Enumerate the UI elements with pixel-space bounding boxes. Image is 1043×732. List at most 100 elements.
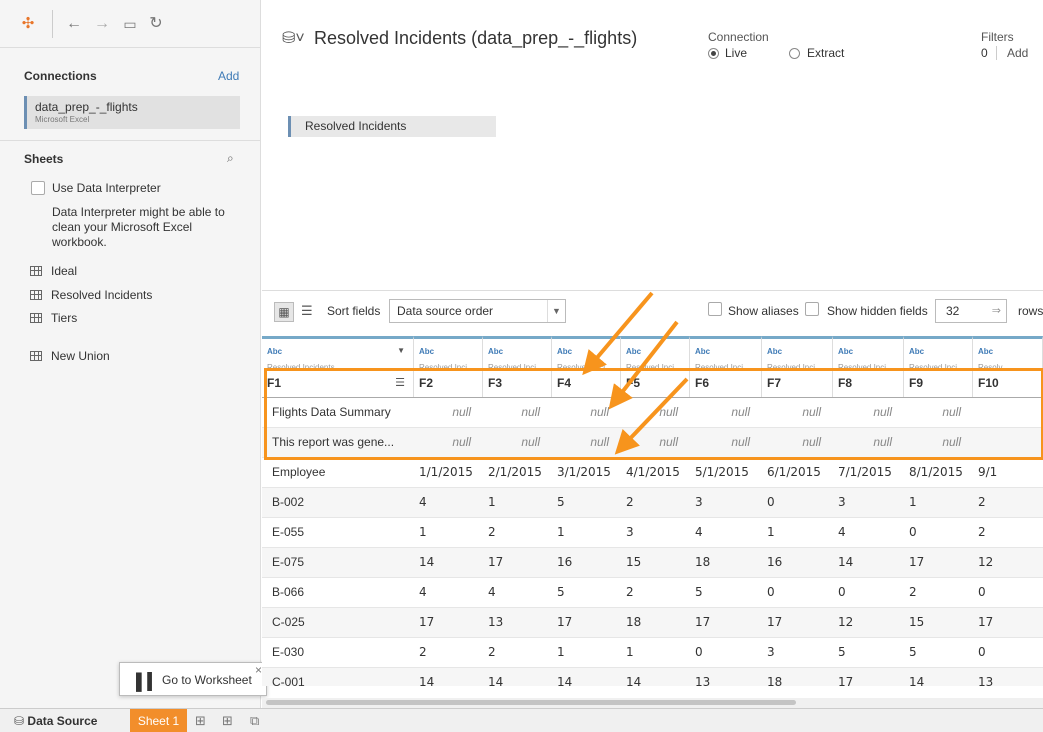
table-cell[interactable]: null [621, 428, 690, 457]
column-header-7[interactable]: Abc Resolved Inci... F7 [762, 336, 833, 397]
table-cell[interactable]: 14 [414, 668, 483, 686]
table-cell[interactable]: 2 [414, 638, 483, 667]
table-cell[interactable]: E-030 [262, 638, 414, 667]
table-cell[interactable]: 4 [414, 488, 483, 517]
sort-fields-select[interactable]: Data source order ▼ [389, 299, 566, 323]
forward-icon[interactable]: → [92, 14, 112, 34]
column-name[interactable]: F9 [909, 376, 923, 390]
string-type-icon[interactable]: Abc [767, 347, 782, 356]
table-cell[interactable]: null [483, 398, 552, 427]
table-cell[interactable]: null [904, 398, 973, 427]
new-union-item[interactable]: New Union [30, 347, 110, 365]
table-cell[interactable]: 14 [904, 668, 973, 686]
sheet-item-tiers[interactable]: Tiers [30, 309, 77, 327]
go-to-worksheet-tooltip[interactable]: ▌▍ Go to Worksheet × [119, 662, 267, 696]
column-header-10[interactable]: Abc Resolv F10 [973, 336, 1043, 397]
table-cell[interactable]: null [690, 398, 762, 427]
table-cell[interactable]: 1 [414, 518, 483, 547]
string-type-icon[interactable]: Abc [626, 347, 641, 356]
string-type-icon[interactable]: Abc [978, 347, 993, 356]
new-story-icon[interactable]: ⧉ [250, 713, 259, 729]
table-cell[interactable]: 1 [552, 638, 621, 667]
column-header-4[interactable]: Abc Resolved Inci... F4 [552, 336, 621, 397]
table-cell[interactable]: 3/1/2015 [552, 458, 621, 487]
column-header-3[interactable]: Abc Resolved Inci... F3 [483, 336, 552, 397]
table-cell[interactable]: 2/1/2015 [483, 458, 552, 487]
table-cell[interactable]: null [552, 398, 621, 427]
table-cell[interactable]: null [904, 428, 973, 457]
column-name[interactable]: F1 [267, 376, 281, 390]
table-cell[interactable]: 1 [904, 488, 973, 517]
table-cell[interactable] [973, 398, 1043, 427]
table-cell[interactable]: null [621, 398, 690, 427]
table-cell[interactable]: 3 [690, 488, 762, 517]
table-cell[interactable]: null [690, 428, 762, 457]
column-header-5[interactable]: Abc Resolved Inci... F5 [621, 336, 690, 397]
column-name[interactable]: F5 [626, 376, 640, 390]
table-cell[interactable]: null [833, 398, 904, 427]
table-cell[interactable]: E-075 [262, 548, 414, 577]
table-cell[interactable]: 1/1/2015 [414, 458, 483, 487]
column-name[interactable]: F6 [695, 376, 709, 390]
string-type-icon[interactable]: Abc [838, 347, 853, 356]
rows-input[interactable]: 32 ⇒ [935, 299, 1007, 323]
scrollbar-thumb[interactable] [266, 700, 796, 705]
table-cell[interactable]: 16 [762, 548, 833, 577]
table-cell[interactable]: 17 [414, 608, 483, 637]
chevron-down-icon[interactable]: ▼ [397, 346, 405, 355]
table-cell[interactable]: 13 [690, 668, 762, 686]
close-icon[interactable]: × [255, 663, 262, 677]
string-type-icon[interactable]: Abc [267, 347, 282, 356]
table-cell[interactable]: 5 [552, 488, 621, 517]
table-cell[interactable]: 17 [973, 608, 1043, 637]
table-cell[interactable]: 18 [690, 548, 762, 577]
table-cell[interactable]: 8/1/2015 [904, 458, 973, 487]
new-dashboard-icon[interactable]: ⊞ [222, 713, 233, 729]
list-view-icon[interactable]: ☰ [301, 303, 313, 319]
sort-icon[interactable]: ☰ [395, 376, 405, 389]
table-cell[interactable]: 18 [762, 668, 833, 686]
sheet-item-resolved-incidents[interactable]: Resolved Incidents [30, 286, 152, 304]
table-cell[interactable]: 14 [483, 668, 552, 686]
add-connection-link[interactable]: Add [218, 69, 239, 83]
refresh-icon[interactable]: ↻ [146, 14, 166, 34]
table-cell[interactable]: 6/1/2015 [762, 458, 833, 487]
string-type-icon[interactable]: Abc [557, 347, 572, 356]
table-cell[interactable]: 4 [690, 518, 762, 547]
table-cell[interactable]: 17 [483, 548, 552, 577]
table-cell[interactable]: C-025 [262, 608, 414, 637]
save-icon[interactable]: ▭ [120, 14, 140, 34]
string-type-icon[interactable]: Abc [419, 347, 434, 356]
table-cell[interactable]: 4 [483, 578, 552, 607]
table-cell[interactable]: 3 [621, 518, 690, 547]
column-name[interactable]: F10 [978, 376, 999, 390]
table-cell[interactable]: 0 [690, 638, 762, 667]
table-cell[interactable]: null [483, 428, 552, 457]
table-cell[interactable]: 12 [833, 608, 904, 637]
table-cell[interactable]: null [833, 428, 904, 457]
string-type-icon[interactable]: Abc [488, 347, 503, 356]
column-name[interactable]: F3 [488, 376, 502, 390]
table-cell[interactable]: null [762, 398, 833, 427]
table-cell[interactable]: 14 [621, 668, 690, 686]
table-cell[interactable]: null [414, 398, 483, 427]
horizontal-scrollbar[interactable] [262, 698, 1043, 708]
table-cell[interactable]: 4 [833, 518, 904, 547]
table-cell[interactable]: 17 [552, 608, 621, 637]
filters-add-link[interactable]: Add [1007, 46, 1028, 60]
table-cell[interactable]: 2 [483, 518, 552, 547]
table-cell[interactable]: 7/1/2015 [833, 458, 904, 487]
table-pill-resolved-incidents[interactable]: Resolved Incidents [288, 116, 496, 137]
table-cell[interactable]: 0 [833, 578, 904, 607]
column-header-8[interactable]: Abc Resolved Inci... F8 [833, 336, 904, 397]
table-cell[interactable]: 2 [621, 578, 690, 607]
database-icon[interactable]: ⛁˅ [282, 28, 305, 48]
table-cell[interactable]: 4/1/2015 [621, 458, 690, 487]
table-cell[interactable]: null [414, 428, 483, 457]
back-icon[interactable]: ← [64, 14, 84, 34]
table-cell[interactable]: 2 [483, 638, 552, 667]
table-cell[interactable]: 0 [973, 578, 1043, 607]
show-hidden-checkbox[interactable] [805, 302, 819, 316]
table-cell[interactable]: 17 [690, 608, 762, 637]
show-aliases-checkbox[interactable] [708, 302, 722, 316]
